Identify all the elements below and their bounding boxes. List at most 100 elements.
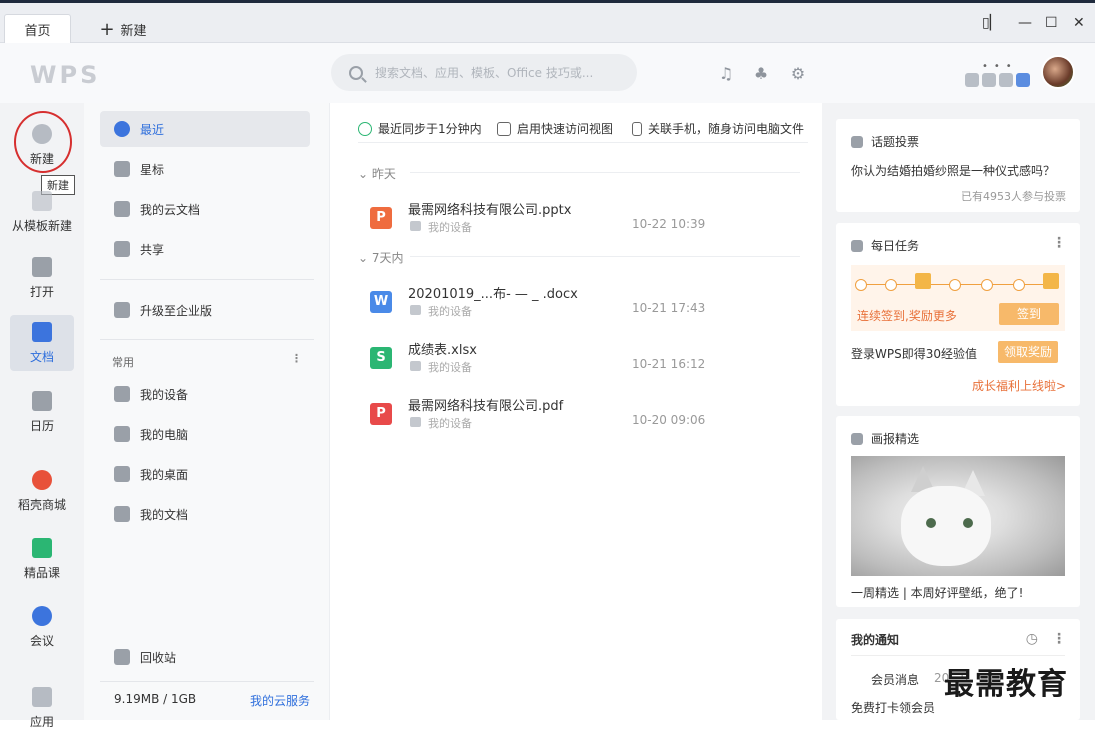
sidebar-item-documents[interactable]: 我的文档 [100, 496, 310, 532]
notice-divider [851, 655, 1065, 656]
trash-icon [114, 649, 130, 665]
sidebar-upgrade-label: 升级至企业版 [140, 303, 213, 318]
sidebar-divider [100, 279, 314, 280]
minimize-icon[interactable]: — [1018, 15, 1032, 31]
sync-status-label: 最近同步于1分钟内 [378, 122, 482, 136]
nav-open[interactable]: 打开 [10, 250, 74, 306]
nav-template-label: 从模板新建 [11, 218, 72, 233]
vote-card[interactable]: 话题投票 你认为结婚拍婚纱照是一种仪式感吗？ 已有4953人参与投票 [836, 119, 1080, 212]
sidebar-item-starred[interactable]: 星标 [100, 151, 310, 187]
skin-shirt-icon[interactable]: ♣ [752, 65, 770, 83]
notice-more-icon[interactable]: ⋮ [1052, 631, 1066, 647]
section-divider [410, 256, 800, 257]
nav-documents[interactable]: 文档 [10, 315, 74, 371]
computer-icon [114, 426, 130, 442]
cloud-service-link[interactable]: 我的云服务 [250, 692, 310, 709]
folder-doc-icon [114, 506, 130, 522]
sidebar-item-cloud[interactable]: 我的云文档 [100, 191, 310, 227]
vote-icon [851, 135, 863, 148]
nav-apps-label: 应用 [29, 714, 54, 729]
split-view-icon[interactable]: ▯▏ [982, 15, 1000, 31]
nav-course[interactable]: 精品课 [10, 531, 74, 587]
gift-icon [915, 273, 931, 289]
highlight-circle [14, 111, 72, 173]
sidebar-item-device[interactable]: 我的设备 [100, 376, 310, 412]
user-avatar[interactable] [1041, 55, 1075, 89]
file-name: 20201019_...布- — _ .docx [408, 287, 578, 302]
member-message[interactable]: 会员消息 [871, 671, 919, 688]
task-icon [851, 239, 863, 252]
app-header: WPS 搜索文档、应用、模板、Office 技巧或... ♫ ♣ ⚙ ••• [0, 43, 1095, 103]
template-icon [32, 190, 52, 211]
claim-reward-button[interactable]: 领取奖励 [998, 341, 1058, 363]
pictorial-card[interactable]: 画报精选 一周精选 | 本周好评壁纸，绝了! [836, 416, 1080, 607]
file-date: 10-21 17:43 [632, 301, 706, 315]
history-clock-icon[interactable]: ◷ [1026, 631, 1038, 647]
device-icon [410, 417, 421, 427]
tab-new[interactable]: + 新建 [88, 14, 158, 44]
storage-usage: 9.19MB / 1GB [114, 692, 197, 706]
sidebar-item-recent[interactable]: 最近 [100, 111, 310, 147]
section-7days[interactable]: ⌄ 7天内 [358, 249, 404, 266]
member-badges[interactable] [965, 73, 1030, 87]
nav-meeting[interactable]: 会议 [10, 599, 74, 655]
sign-in-button[interactable]: 签到 [999, 303, 1059, 325]
sidebar-item-shared[interactable]: 共享 [100, 231, 310, 267]
nav-calendar-label: 日历 [29, 418, 54, 433]
sidebar-item-desktop[interactable]: 我的桌面 [100, 456, 310, 492]
file-row[interactable]: S 成绩表.xlsx 我的设备 10-21 16:12 [370, 339, 810, 383]
cat-wallpaper-image[interactable] [851, 456, 1065, 576]
nav-docer-shop[interactable]: 稻壳商城 [10, 463, 74, 519]
task-more-icon[interactable]: ⋮ [1052, 235, 1066, 251]
nav-calendar[interactable]: 日历 [10, 384, 74, 440]
tab-home[interactable]: 首页 [4, 14, 71, 44]
sidebar-documents-label: 我的文档 [140, 507, 189, 522]
search-box[interactable]: 搜索文档、应用、模板、Office 技巧或... [331, 54, 637, 91]
headset-icon[interactable]: ♫ [717, 65, 735, 83]
sidebar-cloud-label: 我的云文档 [140, 202, 201, 217]
notice-title: 我的通知 [851, 633, 900, 647]
phone-icon [632, 121, 642, 136]
nav-apps[interactable]: 应用 [10, 680, 74, 736]
sidebar-item-upgrade[interactable]: 升级至企业版 [100, 292, 310, 328]
settings-gear-icon[interactable]: ⚙ [789, 65, 807, 83]
shop-icon [32, 469, 52, 490]
pictorial-title-label: 画报精选 [871, 432, 920, 446]
sidebar-device-label: 我的设备 [140, 387, 189, 402]
watermark-text: 最需教育 [944, 667, 1068, 702]
pictorial-caption: 一周精选 | 本周好评壁纸，绝了! [851, 586, 1024, 600]
meeting-icon [32, 605, 52, 626]
sidebar-desktop-label: 我的桌面 [140, 467, 189, 482]
link-phone-button[interactable]: 关联手机，随身访问电脑文件 [632, 120, 804, 137]
file-row[interactable]: P 最需网络科技有限公司.pptx 我的设备 10-22 10:39 [370, 199, 810, 243]
sidebar-item-computer[interactable]: 我的电脑 [100, 416, 310, 452]
sync-status[interactable]: 最近同步于1分钟内 [358, 120, 482, 137]
sheet-file-icon: S [370, 347, 392, 369]
vote-title: 话题投票 [851, 133, 919, 150]
toolbar-divider [358, 142, 808, 143]
checkin-progress: 连续签到,奖励更多 签到 [851, 265, 1065, 331]
nav-template[interactable]: 从模板新建 [10, 184, 74, 240]
sync-icon [358, 121, 372, 136]
folder-icon [32, 256, 52, 277]
notice-promo[interactable]: 免费打卡领会员 [851, 699, 935, 716]
device-icon [410, 305, 421, 315]
growth-link[interactable]: 成长福利上线啦> [972, 377, 1066, 394]
maximize-icon[interactable]: ☐ [1045, 15, 1058, 31]
course-icon [32, 537, 52, 558]
task-title: 每日任务 [851, 237, 919, 254]
file-name: 最需网络科技有限公司.pdf [408, 399, 564, 414]
close-icon[interactable]: ✕ [1073, 15, 1085, 31]
file-row[interactable]: P 最需网络科技有限公司.pdf 我的设备 10-20 09:06 [370, 395, 810, 439]
nav-shop-label: 稻壳商城 [17, 497, 66, 512]
group-more-icon[interactable]: ⋮ [291, 352, 302, 365]
login-reward-text: 登录WPS即得30经验值 [851, 347, 977, 361]
sidebar-item-trash[interactable]: 回收站 [100, 639, 310, 675]
section-yesterday[interactable]: ⌄ 昨天 [358, 165, 396, 182]
vote-question: 你认为结婚拍婚纱照是一种仪式感吗？ [851, 164, 1056, 178]
star-icon [114, 161, 130, 177]
sidebar-shared-label: 共享 [140, 242, 165, 257]
quick-view-button[interactable]: 启用快速访问视图 [497, 120, 613, 137]
file-name: 最需网络科技有限公司.pptx [408, 203, 572, 218]
file-row[interactable]: W 20201019_...布- — _ .docx 我的设备 10-21 17… [370, 283, 810, 327]
